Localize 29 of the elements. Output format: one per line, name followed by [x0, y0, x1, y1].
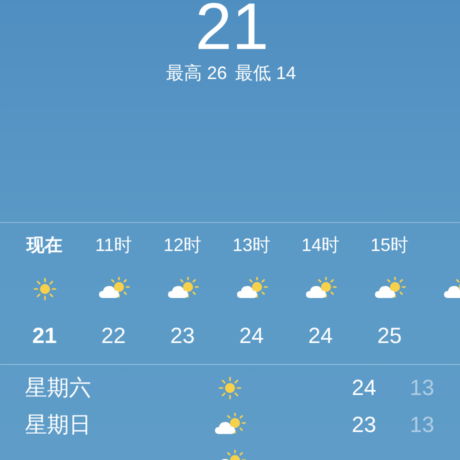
hour-temperature: 23 [170, 322, 195, 350]
sun-behind-cloud-icon [98, 277, 130, 301]
sun-behind-cloud-icon [304, 277, 336, 301]
hour-temperature: 24 [239, 322, 264, 350]
high-temperature: 24 [350, 374, 378, 402]
sun-behind-cloud-icon [166, 277, 198, 301]
low-temperature: 最低 14 [235, 62, 296, 85]
high-temperature: 最高 26 [166, 62, 227, 85]
low-temperature: 13 [408, 410, 436, 438]
low-temperature: 13 [408, 374, 436, 402]
hour-temperature: 22 [101, 322, 126, 350]
sun-behind-cloud-icon [214, 412, 246, 436]
sun-behind-cloud-icon [374, 277, 406, 301]
hour-label: 13时 [232, 234, 271, 257]
hour-label: 现在 [26, 234, 62, 257]
day-label: 星期日 [25, 410, 92, 438]
current-temperature: 21 [194, 0, 269, 59]
high-temperature: 23 [350, 410, 378, 438]
hour-label: 14时 [301, 234, 340, 257]
sun-icon [218, 376, 242, 400]
hour-label: 12时 [163, 234, 202, 257]
sun-behind-cloud-icon [236, 277, 268, 301]
sun-icon [32, 277, 56, 301]
hour-temperature: 21 [32, 322, 57, 350]
hour-temperature: 25 [377, 322, 402, 350]
hour-label: 11时 [95, 234, 132, 257]
hour-label: 15时 [370, 234, 409, 257]
day-label: 星期六 [25, 374, 92, 402]
hour-temperature: 24 [308, 322, 333, 350]
